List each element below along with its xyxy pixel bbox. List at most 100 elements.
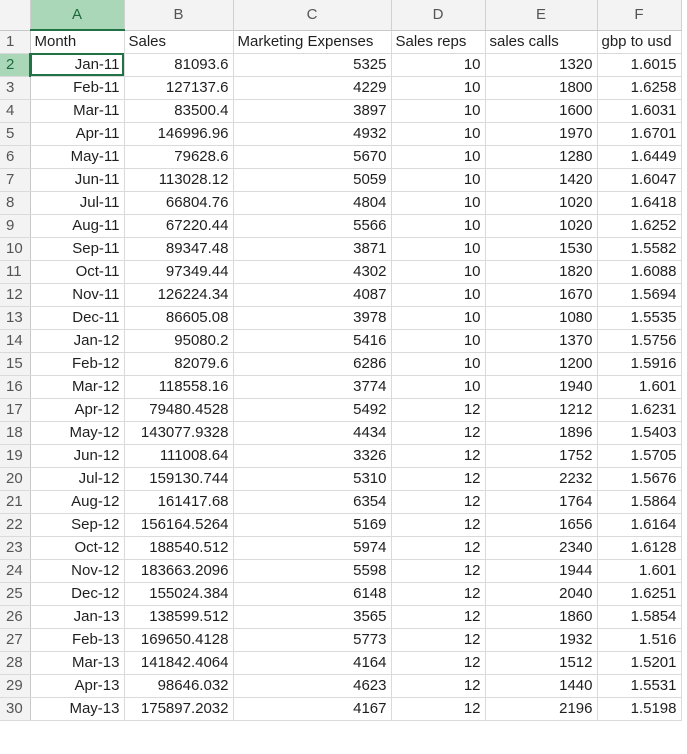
cell-b14[interactable]: 95080.2 (124, 329, 234, 353)
cell-e28[interactable]: 1512 (485, 651, 598, 675)
cell-d26[interactable]: 12 (391, 605, 486, 629)
cell-a1[interactable]: Month (30, 30, 125, 54)
column-header-c[interactable]: C (233, 0, 392, 31)
cell-d24[interactable]: 12 (391, 559, 486, 583)
cell-f10[interactable]: 1.5582 (597, 237, 682, 261)
cell-f6[interactable]: 1.6449 (597, 145, 682, 169)
cell-e24[interactable]: 1944 (485, 559, 598, 583)
row-header-8[interactable]: 8 (0, 191, 31, 215)
cell-d27[interactable]: 12 (391, 628, 486, 652)
row-header-4[interactable]: 4 (0, 99, 31, 123)
cell-d20[interactable]: 12 (391, 467, 486, 491)
cell-a10[interactable]: Sep-11 (30, 237, 125, 261)
cell-d22[interactable]: 12 (391, 513, 486, 537)
row-header-11[interactable]: 11 (0, 260, 31, 284)
cell-b25[interactable]: 155024.384 (124, 582, 234, 606)
cell-e10[interactable]: 1530 (485, 237, 598, 261)
cell-d13[interactable]: 10 (391, 306, 486, 330)
cell-a6[interactable]: May-11 (30, 145, 125, 169)
row-header-19[interactable]: 19 (0, 444, 31, 468)
row-header-15[interactable]: 15 (0, 352, 31, 376)
cell-d16[interactable]: 10 (391, 375, 486, 399)
cell-a27[interactable]: Feb-13 (30, 628, 125, 652)
cell-e29[interactable]: 1440 (485, 674, 598, 698)
cell-e9[interactable]: 1020 (485, 214, 598, 238)
cell-f1[interactable]: gbp to usd (597, 30, 682, 54)
row-header-23[interactable]: 23 (0, 536, 31, 560)
cell-c2[interactable]: 5325 (233, 53, 392, 77)
cell-b2[interactable]: 81093.6 (124, 53, 234, 77)
cell-c25[interactable]: 6148 (233, 582, 392, 606)
cell-d9[interactable]: 10 (391, 214, 486, 238)
cell-d30[interactable]: 12 (391, 697, 486, 721)
cell-a17[interactable]: Apr-12 (30, 398, 125, 422)
cell-a2[interactable]: Jan-11 (30, 53, 125, 77)
cell-d10[interactable]: 10 (391, 237, 486, 261)
cell-c28[interactable]: 4164 (233, 651, 392, 675)
cell-b9[interactable]: 67220.44 (124, 214, 234, 238)
column-header-f[interactable]: F (597, 0, 682, 31)
cell-d29[interactable]: 12 (391, 674, 486, 698)
cell-b30[interactable]: 175897.2032 (124, 697, 234, 721)
cell-c20[interactable]: 5310 (233, 467, 392, 491)
cell-c8[interactable]: 4804 (233, 191, 392, 215)
cell-a14[interactable]: Jan-12 (30, 329, 125, 353)
row-header-13[interactable]: 13 (0, 306, 31, 330)
cell-a18[interactable]: May-12 (30, 421, 125, 445)
cell-e8[interactable]: 1020 (485, 191, 598, 215)
cell-a26[interactable]: Jan-13 (30, 605, 125, 629)
cell-e30[interactable]: 2196 (485, 697, 598, 721)
cell-b18[interactable]: 143077.9328 (124, 421, 234, 445)
cell-f14[interactable]: 1.5756 (597, 329, 682, 353)
row-header-7[interactable]: 7 (0, 168, 31, 192)
cell-b26[interactable]: 138599.512 (124, 605, 234, 629)
cell-f9[interactable]: 1.6252 (597, 214, 682, 238)
cell-c29[interactable]: 4623 (233, 674, 392, 698)
cell-e5[interactable]: 1970 (485, 122, 598, 146)
cell-d28[interactable]: 12 (391, 651, 486, 675)
cell-d23[interactable]: 12 (391, 536, 486, 560)
cell-b4[interactable]: 83500.4 (124, 99, 234, 123)
cell-c3[interactable]: 4229 (233, 76, 392, 100)
row-header-12[interactable]: 12 (0, 283, 31, 307)
row-header-10[interactable]: 10 (0, 237, 31, 261)
cell-b23[interactable]: 188540.512 (124, 536, 234, 560)
row-header-20[interactable]: 20 (0, 467, 31, 491)
cell-b8[interactable]: 66804.76 (124, 191, 234, 215)
cell-d3[interactable]: 10 (391, 76, 486, 100)
cell-d11[interactable]: 10 (391, 260, 486, 284)
cell-b3[interactable]: 127137.6 (124, 76, 234, 100)
cell-e23[interactable]: 2340 (485, 536, 598, 560)
cell-e15[interactable]: 1200 (485, 352, 598, 376)
cell-f5[interactable]: 1.6701 (597, 122, 682, 146)
cell-f25[interactable]: 1.6251 (597, 582, 682, 606)
cell-b15[interactable]: 82079.6 (124, 352, 234, 376)
cell-c4[interactable]: 3897 (233, 99, 392, 123)
cell-a5[interactable]: Apr-11 (30, 122, 125, 146)
cell-a13[interactable]: Dec-11 (30, 306, 125, 330)
cell-f19[interactable]: 1.5705 (597, 444, 682, 468)
cell-a24[interactable]: Nov-12 (30, 559, 125, 583)
cell-b12[interactable]: 126224.34 (124, 283, 234, 307)
cell-f27[interactable]: 1.516 (597, 628, 682, 652)
cell-e12[interactable]: 1670 (485, 283, 598, 307)
cell-c5[interactable]: 4932 (233, 122, 392, 146)
column-header-a[interactable]: A (30, 0, 125, 31)
row-header-17[interactable]: 17 (0, 398, 31, 422)
cell-e1[interactable]: sales calls (485, 30, 598, 54)
cell-f3[interactable]: 1.6258 (597, 76, 682, 100)
cell-d21[interactable]: 12 (391, 490, 486, 514)
cell-d7[interactable]: 10 (391, 168, 486, 192)
cell-f4[interactable]: 1.6031 (597, 99, 682, 123)
cell-e2[interactable]: 1320 (485, 53, 598, 77)
cell-c15[interactable]: 6286 (233, 352, 392, 376)
cell-e13[interactable]: 1080 (485, 306, 598, 330)
row-header-28[interactable]: 28 (0, 651, 31, 675)
row-header-24[interactable]: 24 (0, 559, 31, 583)
column-header-b[interactable]: B (124, 0, 234, 31)
cell-c12[interactable]: 4087 (233, 283, 392, 307)
cell-f26[interactable]: 1.5854 (597, 605, 682, 629)
cell-c22[interactable]: 5169 (233, 513, 392, 537)
cell-d25[interactable]: 12 (391, 582, 486, 606)
cell-f17[interactable]: 1.6231 (597, 398, 682, 422)
